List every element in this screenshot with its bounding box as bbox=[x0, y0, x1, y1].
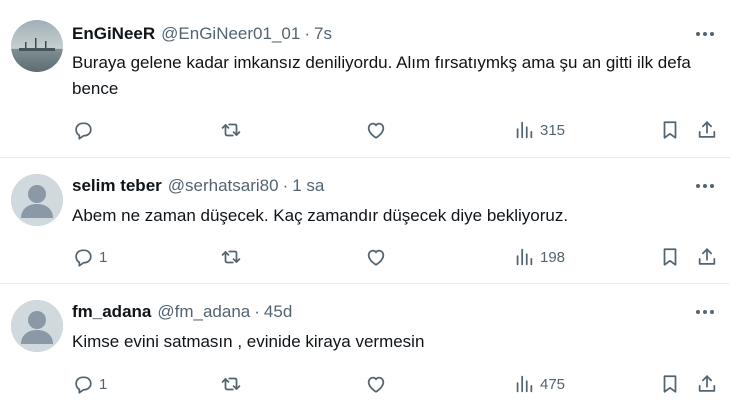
like-button[interactable] bbox=[365, 116, 392, 144]
tweet-header: EnGiNeeR @EnGiNeer01_01 · 7s bbox=[72, 22, 332, 46]
avatar[interactable] bbox=[11, 174, 63, 226]
views-icon bbox=[516, 121, 533, 139]
action-bar: 315 bbox=[72, 116, 722, 144]
views-button[interactable]: 475 bbox=[513, 370, 565, 398]
views-button[interactable]: 315 bbox=[513, 116, 565, 144]
reply-button[interactable]: 1 bbox=[72, 370, 107, 398]
bookmark-icon bbox=[663, 121, 677, 139]
action-bar: 1 475 bbox=[72, 370, 722, 398]
user-handle[interactable]: @EnGiNeer01_01 bbox=[161, 24, 300, 44]
reply-icon bbox=[75, 249, 92, 267]
reply-icon bbox=[75, 122, 92, 140]
share-button[interactable] bbox=[696, 370, 718, 398]
avatar[interactable] bbox=[11, 300, 63, 352]
like-icon bbox=[367, 249, 385, 266]
retweet-icon bbox=[221, 123, 241, 137]
timestamp[interactable]: 7s bbox=[314, 24, 332, 44]
retweet-button[interactable] bbox=[220, 116, 247, 144]
view-count: 475 bbox=[540, 375, 566, 393]
share-icon bbox=[698, 248, 716, 265]
separator-dot: · bbox=[282, 176, 289, 195]
user-handle[interactable]: @fm_adana bbox=[157, 302, 250, 322]
reply-icon bbox=[75, 376, 92, 394]
share-button[interactable] bbox=[696, 116, 718, 144]
separator-dot: · bbox=[304, 24, 310, 43]
bookmark-button[interactable] bbox=[659, 243, 681, 271]
action-bar: 1 198 bbox=[72, 243, 722, 271]
retweet-icon bbox=[221, 250, 241, 264]
like-button[interactable] bbox=[365, 243, 392, 271]
reply-button[interactable] bbox=[72, 116, 99, 144]
bookmark-button[interactable] bbox=[659, 370, 681, 398]
tweet-header: fm_adana @fm_adana · 45d bbox=[72, 300, 292, 324]
retweet-icon bbox=[221, 377, 241, 391]
bookmark-icon bbox=[663, 248, 677, 266]
reply-count: 1 bbox=[99, 248, 108, 266]
like-icon bbox=[367, 376, 385, 393]
bookmark-button[interactable] bbox=[659, 116, 681, 144]
views-button[interactable]: 198 bbox=[513, 243, 565, 271]
display-name[interactable]: fm_adana bbox=[72, 302, 151, 322]
display-name[interactable]: EnGiNeeR bbox=[72, 24, 155, 44]
retweet-button[interactable] bbox=[220, 243, 247, 271]
reply-button[interactable]: 1 bbox=[72, 243, 107, 271]
timestamp[interactable]: 45d bbox=[264, 302, 292, 322]
view-count: 315 bbox=[540, 121, 566, 139]
separator-dot: · bbox=[254, 302, 260, 321]
share-icon bbox=[698, 375, 716, 392]
bookmark-icon bbox=[663, 375, 677, 393]
share-button[interactable] bbox=[696, 243, 718, 271]
tweet[interactable]: EnGiNeeR @EnGiNeer01_01 · 7s Buraya gele… bbox=[0, 0, 730, 158]
retweet-button[interactable] bbox=[220, 370, 247, 398]
share-icon bbox=[698, 121, 716, 138]
tweet-text: Buraya gelene kadar imkansız deniliyordu… bbox=[72, 53, 691, 98]
tweet-header: selim teber @serhatsari80 · 1 sa bbox=[72, 174, 324, 198]
more-icon[interactable] bbox=[694, 175, 716, 197]
user-handle[interactable]: @serhatsari80 bbox=[168, 176, 279, 196]
like-icon bbox=[367, 122, 385, 139]
views-icon bbox=[516, 375, 533, 393]
tweet[interactable]: fm_adana @fm_adana · 45d Kimse evini sat… bbox=[0, 284, 730, 420]
view-count: 198 bbox=[540, 248, 566, 266]
display-name[interactable]: selim teber bbox=[72, 176, 162, 196]
timestamp[interactable]: 1 sa bbox=[292, 176, 324, 196]
more-icon[interactable] bbox=[694, 301, 716, 323]
reply-feed: EnGiNeeR @EnGiNeer01_01 · 7s Buraya gele… bbox=[0, 0, 730, 420]
tweet-text: Abem ne zaman düşecek. Kaç zamandır düşe… bbox=[72, 206, 569, 225]
avatar[interactable] bbox=[11, 20, 63, 72]
more-icon[interactable] bbox=[694, 23, 716, 45]
reply-count: 1 bbox=[99, 375, 108, 393]
like-button[interactable] bbox=[365, 370, 392, 398]
views-icon bbox=[516, 248, 533, 266]
tweet[interactable]: selim teber @serhatsari80 · 1 sa Abem ne… bbox=[0, 158, 730, 284]
tweet-text: Kimse evini satmasın , evinide kiraya ve… bbox=[72, 332, 425, 351]
